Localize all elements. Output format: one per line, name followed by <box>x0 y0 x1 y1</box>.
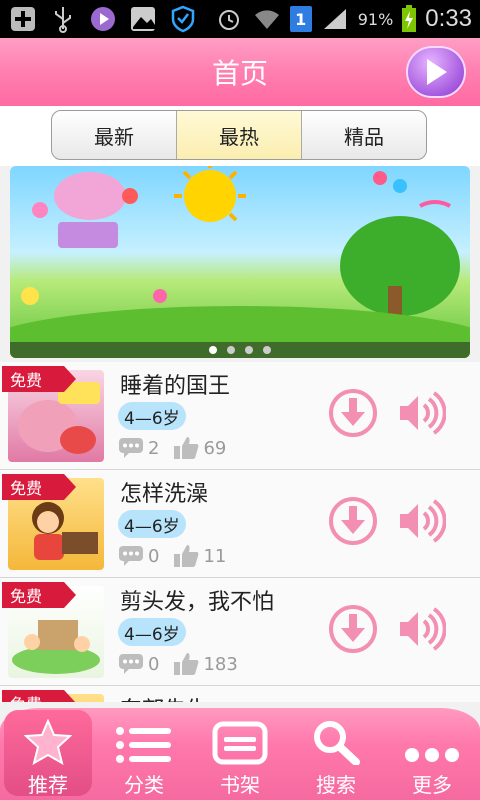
pager-dot[interactable] <box>209 346 217 354</box>
title-bar: 首页 <box>0 38 480 106</box>
battery-percent: 91% <box>357 9 394 29</box>
nav-search[interactable]: 搜索 <box>288 706 384 798</box>
comment-count: 0 <box>148 653 160 675</box>
pager-dot[interactable] <box>263 346 271 354</box>
nav-recommend[interactable]: 推荐 <box>0 706 96 798</box>
thumbs-up-icon <box>174 545 199 567</box>
tab-hottest[interactable]: 最热 <box>177 111 302 159</box>
story-stats: 0 11 <box>118 544 226 568</box>
childrens-day-illustration <box>10 166 470 358</box>
nav-label: 推荐 <box>28 773 68 797</box>
nav-label: 更多 <box>412 773 452 797</box>
status-bar: 1 91% 0:33 <box>0 0 480 38</box>
list-icon <box>116 727 171 763</box>
tab-featured[interactable]: 精品 <box>302 111 426 159</box>
speaker-icon <box>400 391 447 435</box>
like-count: 11 <box>203 545 227 567</box>
age-badge: 4—6岁 <box>118 618 186 646</box>
play-button[interactable] <box>406 46 466 98</box>
add-notification-icon <box>8 4 38 34</box>
comment-icon <box>119 654 143 674</box>
shield-icon <box>168 4 198 34</box>
like-count: 69 <box>203 437 227 459</box>
usb-icon <box>48 4 78 34</box>
banner-pager <box>10 342 470 358</box>
age-badge: 4—6岁 <box>118 510 186 538</box>
thumbs-up-icon <box>174 653 199 675</box>
story-title: 怎样洗澡 <box>120 482 209 507</box>
segmented-tabs: 最新 最热 精品 <box>51 110 427 160</box>
speaker-icon <box>400 607 447 651</box>
play-audio-button[interactable] <box>398 388 447 438</box>
comment-count: 2 <box>148 437 160 459</box>
play-audio-button[interactable] <box>398 496 447 546</box>
story-stats: 2 69 <box>118 436 226 460</box>
promo-banner[interactable] <box>10 166 470 358</box>
alarm-icon <box>214 4 244 34</box>
search-icon <box>314 721 360 765</box>
download-button[interactable] <box>328 496 378 546</box>
tab-bar: 最新 最热 精品 <box>0 106 480 166</box>
wifi-icon <box>252 4 282 34</box>
play-audio-button[interactable] <box>398 604 447 654</box>
comment-icon <box>119 546 143 566</box>
thumbs-up-icon <box>174 437 199 459</box>
media-play-icon <box>88 4 118 34</box>
story-title: 剪头发，我不怕 <box>120 590 275 615</box>
sim-badge: 1 <box>289 6 312 32</box>
free-badge: 免费 <box>2 366 76 392</box>
bottom-navigation: 推荐 分类 书架 搜索 更多 <box>0 700 480 800</box>
list-item[interactable]: 免费 怎样洗澡 4—6岁 0 11 <box>0 470 480 578</box>
play-icon <box>427 59 447 85</box>
nav-label: 搜索 <box>316 773 356 797</box>
like-count: 183 <box>203 653 238 675</box>
download-button[interactable] <box>328 388 378 438</box>
nav-label: 书架 <box>220 773 260 797</box>
comment-icon <box>119 438 143 458</box>
story-list: 免费 睡着的国王 4—6岁 2 69 免费 怎样洗澡 4—6岁 0 11 免费 … <box>0 362 480 702</box>
bookshelf-icon <box>212 721 268 765</box>
story-title: 睡着的国王 <box>120 374 231 399</box>
age-badge: 4—6岁 <box>118 402 186 430</box>
download-icon <box>329 497 377 545</box>
list-item[interactable]: 免费 剪头发，我不怕 4—6岁 0 183 <box>0 578 480 686</box>
nav-label: 分类 <box>124 773 164 797</box>
speaker-icon <box>400 499 447 543</box>
download-icon <box>329 389 377 437</box>
list-item[interactable]: 免费 睡着的国王 4—6岁 2 69 <box>0 362 480 470</box>
star-icon <box>24 719 72 765</box>
nav-bookshelf[interactable]: 书架 <box>192 706 288 798</box>
story-stats: 0 183 <box>118 652 238 676</box>
nav-more[interactable]: 更多 <box>384 706 480 798</box>
pager-dot[interactable] <box>227 346 235 354</box>
download-button[interactable] <box>328 604 378 654</box>
nav-category[interactable]: 分类 <box>96 706 192 798</box>
pager-dot[interactable] <box>245 346 253 354</box>
tab-newest[interactable]: 最新 <box>52 111 177 159</box>
more-icon <box>405 748 459 762</box>
battery-charging-icon <box>401 4 417 34</box>
clock: 0:33 <box>425 5 472 32</box>
download-icon <box>329 605 377 653</box>
free-badge: 免费 <box>2 474 76 500</box>
free-badge: 免费 <box>2 582 76 608</box>
image-icon <box>128 4 158 34</box>
comment-count: 0 <box>148 545 160 567</box>
signal-icon <box>320 4 350 34</box>
